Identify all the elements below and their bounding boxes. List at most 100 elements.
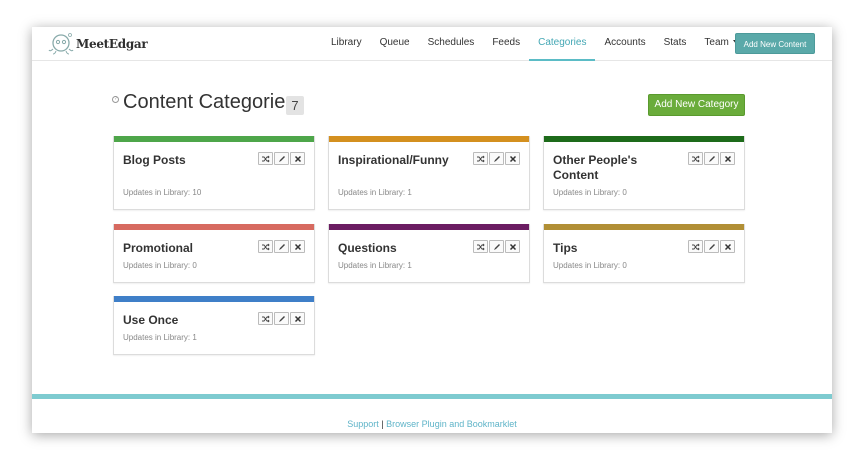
close-icon	[509, 155, 516, 162]
pencil-icon	[278, 155, 285, 162]
shuffle-button[interactable]	[688, 240, 703, 253]
octopus-logo-icon	[48, 33, 74, 55]
delete-button[interactable]	[720, 152, 735, 165]
category-card: Inspirational/Funny Updates in Library: …	[328, 136, 530, 210]
category-color-bar	[114, 224, 314, 230]
nav-item-team-label: Team	[704, 37, 729, 48]
category-card: Blog Posts Updates in Library: 10	[113, 136, 315, 210]
footer-links: Support | Browser Plugin and Bookmarklet	[32, 419, 832, 429]
shuffle-button[interactable]	[688, 152, 703, 165]
category-color-bar	[329, 136, 529, 142]
browser-plugin-link[interactable]: Browser Plugin and Bookmarklet	[386, 419, 517, 429]
nav-item-library[interactable]: Library	[322, 27, 371, 61]
add-new-category-button[interactable]: Add New Category	[648, 94, 745, 116]
category-card: Promotional Updates in Library: 0	[113, 224, 315, 283]
pencil-icon	[278, 315, 285, 322]
edit-button[interactable]	[704, 240, 719, 253]
category-card: Other People's Content Updates in Librar…	[543, 136, 745, 210]
pencil-icon	[708, 243, 715, 250]
card-actions	[257, 312, 305, 325]
nav-item-categories[interactable]: Categories	[529, 27, 596, 61]
pencil-icon	[493, 155, 500, 162]
shuffle-icon	[691, 155, 700, 162]
edit-button[interactable]	[274, 312, 289, 325]
category-card: Questions Updates in Library: 1	[328, 224, 530, 283]
nav-item-queue[interactable]: Queue	[371, 27, 419, 61]
nav-menu: Library Queue Schedules Feeds Categories…	[322, 27, 748, 61]
category-name[interactable]: Questions	[338, 241, 468, 256]
nav-item-accounts[interactable]: Accounts	[595, 27, 654, 61]
card-actions	[257, 152, 305, 165]
category-updates: Updates in Library: 1	[338, 188, 412, 197]
category-name[interactable]: Blog Posts	[123, 153, 253, 168]
category-color-bar	[114, 296, 314, 302]
category-card: Use Once Updates in Library: 1	[113, 296, 315, 355]
shuffle-icon	[261, 243, 270, 250]
footer-separator: |	[381, 419, 384, 429]
category-color-bar	[114, 136, 314, 142]
category-name[interactable]: Promotional	[123, 241, 253, 256]
card-actions	[687, 152, 735, 165]
close-icon	[294, 315, 301, 322]
shuffle-button[interactable]	[258, 312, 273, 325]
shuffle-button[interactable]	[473, 240, 488, 253]
logo[interactable]: MeetEdgar	[48, 32, 148, 56]
app-window: MeetEdgar Library Queue Schedules Feeds …	[32, 27, 832, 433]
delete-button[interactable]	[720, 240, 735, 253]
category-color-bar	[329, 224, 529, 230]
category-updates: Updates in Library: 1	[338, 261, 412, 270]
delete-button[interactable]	[290, 152, 305, 165]
edit-button[interactable]	[489, 240, 504, 253]
category-color-bar	[544, 136, 744, 142]
category-name[interactable]: Inspirational/Funny	[338, 153, 468, 168]
page-title: Content Categories	[123, 91, 296, 113]
category-updates: Updates in Library: 0	[553, 261, 627, 270]
edit-button[interactable]	[274, 152, 289, 165]
pencil-icon	[278, 243, 285, 250]
pencil-icon	[493, 243, 500, 250]
category-card: Tips Updates in Library: 0	[543, 224, 745, 283]
card-actions	[687, 240, 735, 253]
delete-button[interactable]	[505, 240, 520, 253]
edit-button[interactable]	[274, 240, 289, 253]
shuffle-button[interactable]	[258, 240, 273, 253]
close-icon	[294, 155, 301, 162]
card-actions	[257, 240, 305, 253]
shuffle-icon	[476, 155, 485, 162]
add-new-content-button[interactable]: Add New Content	[735, 33, 815, 54]
nav-item-schedules[interactable]: Schedules	[419, 27, 484, 61]
category-name[interactable]: Other People's Content	[553, 153, 683, 183]
edit-button[interactable]	[489, 152, 504, 165]
support-link[interactable]: Support	[347, 419, 379, 429]
logo-text: MeetEdgar	[76, 37, 148, 51]
category-updates: Updates in Library: 0	[123, 261, 197, 270]
delete-button[interactable]	[505, 152, 520, 165]
delete-button[interactable]	[290, 312, 305, 325]
shuffle-icon	[261, 155, 270, 162]
close-icon	[509, 243, 516, 250]
nav-item-stats[interactable]: Stats	[655, 27, 696, 61]
close-icon	[294, 243, 301, 250]
category-name[interactable]: Use Once	[123, 313, 253, 328]
delete-button[interactable]	[290, 240, 305, 253]
shuffle-button[interactable]	[258, 152, 273, 165]
help-icon[interactable]: ?	[112, 96, 119, 103]
card-actions	[472, 240, 520, 253]
top-navigation: MeetEdgar Library Queue Schedules Feeds …	[32, 27, 832, 61]
category-updates: Updates in Library: 1	[123, 333, 197, 342]
category-name[interactable]: Tips	[553, 241, 683, 256]
category-color-bar	[544, 224, 744, 230]
close-icon	[724, 243, 731, 250]
shuffle-icon	[476, 243, 485, 250]
close-icon	[724, 155, 731, 162]
category-updates: Updates in Library: 0	[553, 188, 627, 197]
pencil-icon	[708, 155, 715, 162]
card-actions	[472, 152, 520, 165]
shuffle-icon	[691, 243, 700, 250]
nav-item-feeds[interactable]: Feeds	[483, 27, 529, 61]
category-updates: Updates in Library: 10	[123, 188, 202, 197]
edit-button[interactable]	[704, 152, 719, 165]
category-count-badge: 7	[286, 96, 304, 115]
shuffle-icon	[261, 315, 270, 322]
shuffle-button[interactable]	[473, 152, 488, 165]
